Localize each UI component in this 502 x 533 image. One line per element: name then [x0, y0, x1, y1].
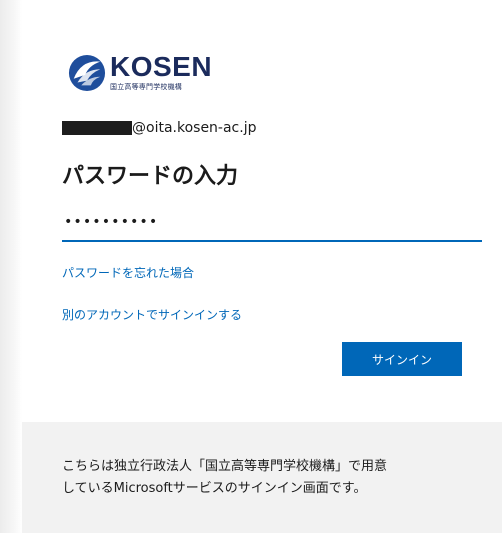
redacted-username [62, 121, 132, 135]
forgot-password-link[interactable]: パスワードを忘れた場合 [62, 264, 194, 281]
footer-notice: こちらは独立行政法人「国立高等専門学校機構」で用意 しているMicrosoftサ… [22, 422, 502, 533]
password-input[interactable] [62, 208, 486, 236]
account-identity: @oita.kosen-ac.jp [62, 120, 256, 136]
logo-subtitle: 国立高等専門学校機構 [110, 83, 182, 91]
password-field-container [62, 208, 486, 242]
logo-wordmark: KOSEN [110, 51, 213, 82]
other-account-link[interactable]: 別のアカウントでサインインする [62, 306, 242, 323]
footer-notice-line-2: しているMicrosoftサービスのサインイン画面です。 [62, 481, 367, 496]
footer-notice-text: こちらは独立行政法人「国立高等専門学校機構」で用意 しているMicrosoftサ… [62, 456, 482, 500]
page-title: パスワードの入力 [62, 164, 239, 189]
signin-button[interactable]: サインイン [342, 342, 462, 376]
logo-text: KOSEN 国立高等専門学校機構 [110, 51, 213, 92]
left-shadow [0, 0, 22, 533]
account-domain: @oita.kosen-ac.jp [132, 120, 257, 136]
kosen-logo: KOSEN 国立高等専門学校機構 [68, 51, 213, 92]
footer-notice-line-1: こちらは独立行政法人「国立高等専門学校機構」で用意 [62, 459, 388, 474]
kosen-logo-icon [68, 54, 106, 92]
signin-page: KOSEN 国立高等専門学校機構 @oita.kosen-ac.jp パスワード… [0, 0, 502, 533]
signin-card: KOSEN 国立高等専門学校機構 @oita.kosen-ac.jp パスワード… [22, 0, 502, 533]
